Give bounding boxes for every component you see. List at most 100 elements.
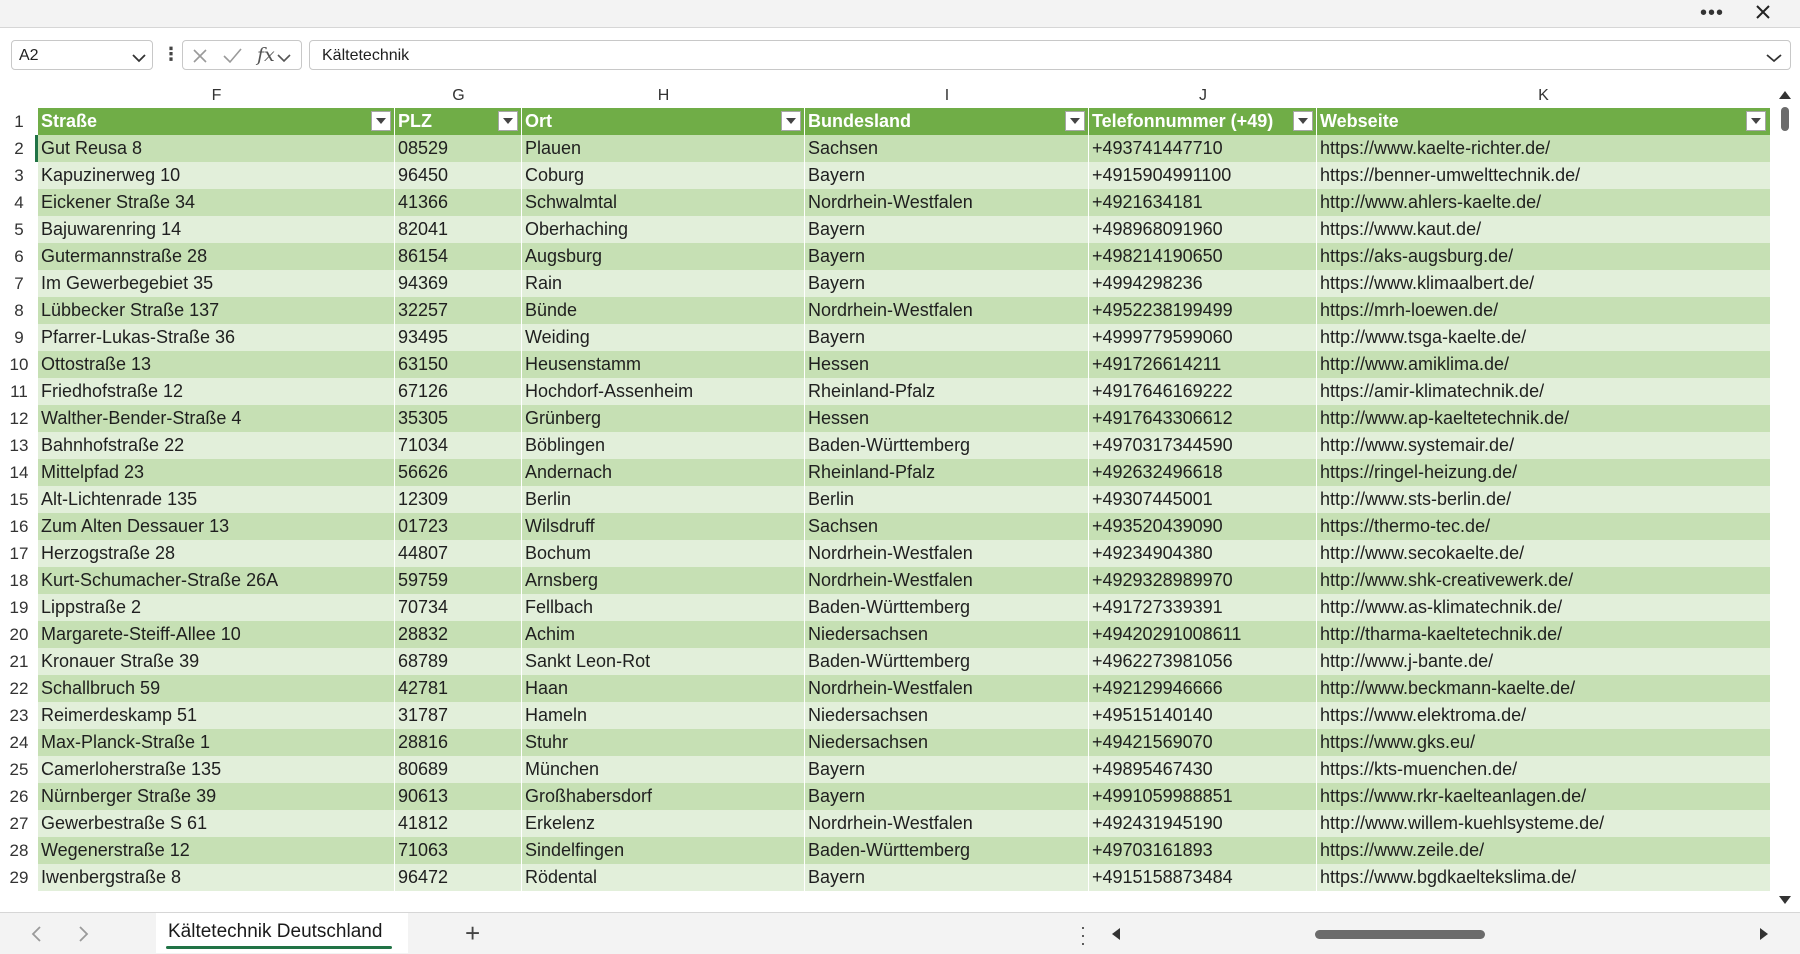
row-number[interactable]: 4 [0,189,38,216]
row-number[interactable]: 3 [0,162,38,189]
column-header-h[interactable]: H [522,84,805,108]
cell-street[interactable]: Zum Alten Dessauer 13 [38,513,395,540]
filter-dropdown-icon[interactable] [781,111,801,131]
cell-website[interactable]: https://kts-muenchen.de/ [1317,756,1770,783]
cell-phone[interactable]: +4915904991100 [1089,162,1317,189]
column-header-j[interactable]: J [1089,84,1317,108]
row-number[interactable]: 19 [0,594,38,621]
table-header-cell[interactable]: Bundesland [805,108,1063,135]
row-number[interactable]: 2 [0,135,38,162]
cell-city[interactable]: Erkelenz [522,810,805,837]
cell-phone[interactable]: +492129946666 [1089,675,1317,702]
row-number[interactable]: 5 [0,216,38,243]
cell-phone[interactable]: +49515140140 [1089,702,1317,729]
cell-plz[interactable]: 01723 [395,513,522,540]
cell-plz[interactable]: 08529 [395,135,522,162]
cell-state[interactable]: Niedersachsen [805,729,1089,756]
cell-city[interactable]: Haan [522,675,805,702]
cell-state[interactable]: Sachsen [805,513,1089,540]
cell-plz[interactable]: 31787 [395,702,522,729]
vertical-scroll-thumb[interactable] [1781,107,1789,131]
row-number[interactable]: 26 [0,783,38,810]
cell-city[interactable]: Hochdorf-Assenheim [522,378,805,405]
cell-state[interactable]: Hessen [805,405,1089,432]
cell-state[interactable]: Bayern [805,162,1089,189]
cell-state[interactable]: Baden-Württemberg [805,648,1089,675]
cell-state[interactable]: Baden-Württemberg [805,837,1089,864]
cell-city[interactable]: Sindelfingen [522,837,805,864]
cell-city[interactable]: Bünde [522,297,805,324]
cell-website[interactable]: http://www.amiklima.de/ [1317,351,1770,378]
sheet-tab-active[interactable]: Kältetechnik Deutschland [156,913,408,953]
scroll-down-icon[interactable] [1777,893,1793,911]
cell-city[interactable]: Augsburg [522,243,805,270]
row-number[interactable]: 8 [0,297,38,324]
scroll-right-icon[interactable] [1758,927,1770,946]
cell-plz[interactable]: 82041 [395,216,522,243]
cell-phone[interactable]: +4915158873484 [1089,864,1317,891]
filter-dropdown-icon[interactable] [498,111,518,131]
scroll-left-icon[interactable] [1110,927,1122,946]
cell-website[interactable]: http://www.beckmann-kaelte.de/ [1317,675,1770,702]
vertical-scrollbar[interactable] [1770,84,1800,912]
cell-street[interactable]: Ottostraße 13 [38,351,395,378]
cell-street[interactable]: Schallbruch 59 [38,675,395,702]
filter-dropdown-icon[interactable] [371,111,391,131]
cell-phone[interactable]: +4994298236 [1089,270,1317,297]
cell-plz[interactable]: 28816 [395,729,522,756]
cell-phone[interactable]: +49421569070 [1089,729,1317,756]
row-number[interactable]: 12 [0,405,38,432]
cell-street[interactable]: Reimerdeskamp 51 [38,702,395,729]
row-number[interactable]: 17 [0,540,38,567]
cell-phone[interactable]: +4962273981056 [1089,648,1317,675]
cell-plz[interactable]: 80689 [395,756,522,783]
table-header-cell[interactable]: Straße [38,108,369,135]
cell-state[interactable]: Sachsen [805,135,1089,162]
cell-phone[interactable]: +49234904380 [1089,540,1317,567]
cell-state[interactable]: Bayern [805,783,1089,810]
cell-city[interactable]: Hameln [522,702,805,729]
cell-plz[interactable]: 93495 [395,324,522,351]
cell-city[interactable]: München [522,756,805,783]
name-box[interactable]: A2 [11,40,153,70]
cell-city[interactable]: Oberhaching [522,216,805,243]
cell-website[interactable]: http://www.as-klimatechnik.de/ [1317,594,1770,621]
cell-website[interactable]: http://www.tsga-kaelte.de/ [1317,324,1770,351]
horizontal-scrollbar[interactable] [1110,924,1770,944]
cell-state[interactable]: Rheinland-Pfalz [805,378,1089,405]
cell-plz[interactable]: 63150 [395,351,522,378]
cell-website[interactable]: https://www.zeile.de/ [1317,837,1770,864]
row-number[interactable]: 25 [0,756,38,783]
cell-website[interactable]: https://amir-klimatechnik.de/ [1317,378,1770,405]
cell-street[interactable]: Gut Reusa 8 [38,135,395,162]
filter-dropdown-icon[interactable] [1065,111,1085,131]
chevron-down-icon[interactable] [132,50,146,68]
formula-input[interactable]: Kältetechnik [309,40,1791,70]
cell-street[interactable]: Nürnberger Straße 39 [38,783,395,810]
cell-plz[interactable]: 42781 [395,675,522,702]
row-number[interactable]: 16 [0,513,38,540]
cell-phone[interactable]: +4917643306612 [1089,405,1317,432]
cell-city[interactable]: Rödental [522,864,805,891]
cell-street[interactable]: Alt-Lichtenrade 135 [38,486,395,513]
cell-plz[interactable]: 41366 [395,189,522,216]
cell-state[interactable]: Bayern [805,864,1089,891]
column-header-k[interactable]: K [1317,84,1770,108]
cell-phone[interactable]: +4929328989970 [1089,567,1317,594]
cell-phone[interactable]: +492431945190 [1089,810,1317,837]
cell-website[interactable]: https://www.gks.eu/ [1317,729,1770,756]
cell-state[interactable]: Nordrhein-Westfalen [805,297,1089,324]
cell-street[interactable]: Eickener Straße 34 [38,189,395,216]
cell-city[interactable]: Andernach [522,459,805,486]
cell-plz[interactable]: 86154 [395,243,522,270]
cell-street[interactable]: Bajuwarenring 14 [38,216,395,243]
cell-city[interactable]: Fellbach [522,594,805,621]
cell-street[interactable]: Lippstraße 2 [38,594,395,621]
add-sheet-button[interactable]: + [465,920,480,946]
cell-phone[interactable]: +493741447710 [1089,135,1317,162]
cell-street[interactable]: Wegenerstraße 12 [38,837,395,864]
cell-state[interactable]: Bayern [805,756,1089,783]
cell-plz[interactable]: 12309 [395,486,522,513]
cell-website[interactable]: http://www.secokaelte.de/ [1317,540,1770,567]
row-number[interactable]: 11 [0,378,38,405]
